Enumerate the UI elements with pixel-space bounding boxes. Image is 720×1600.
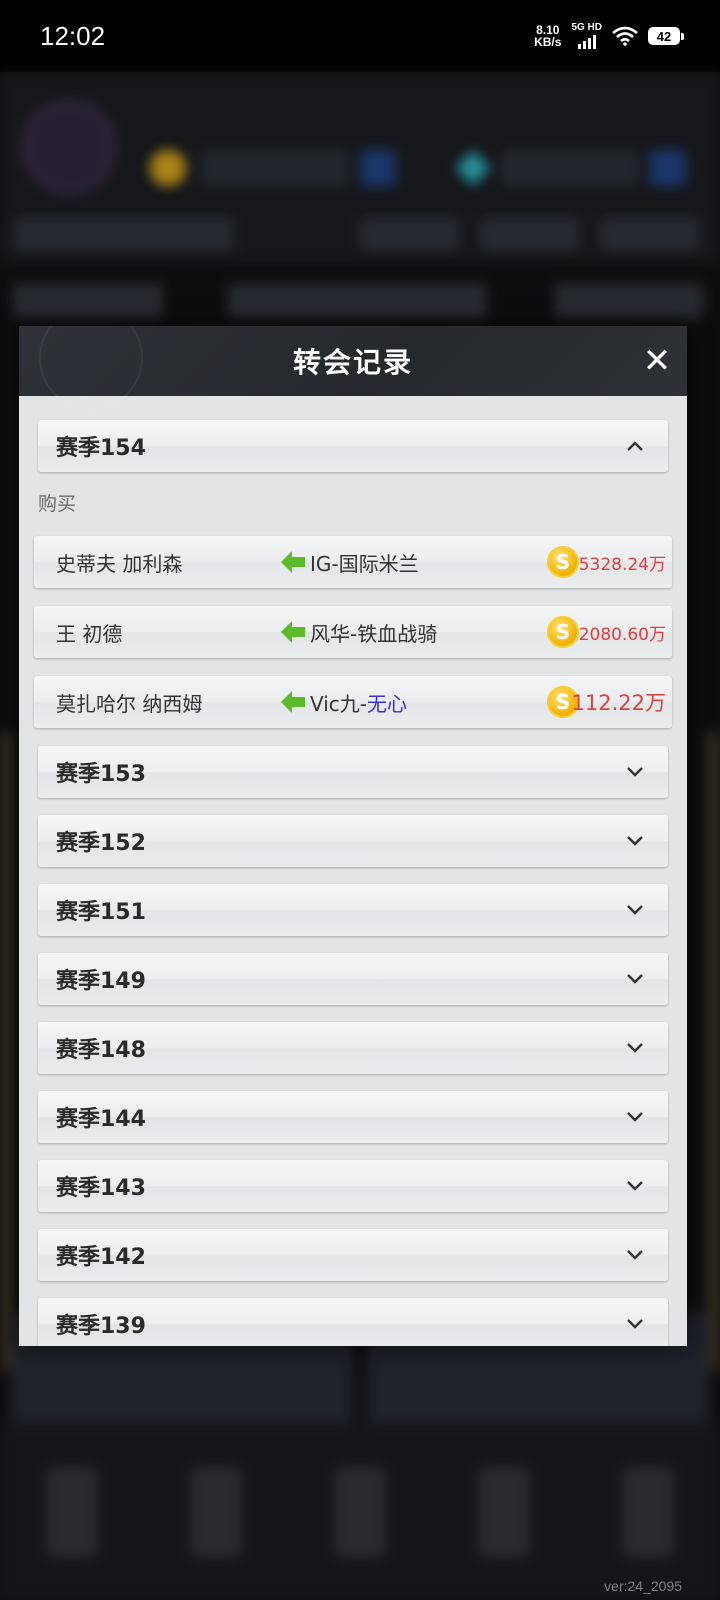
background-bar <box>200 150 350 186</box>
background-filter <box>14 284 162 318</box>
arrow-left-icon <box>281 551 305 573</box>
cellular-icon: 5G HD <box>571 23 602 49</box>
background-chip <box>600 217 700 251</box>
network-speed: 8.10 KB/s <box>534 24 561 48</box>
team-name: Vic九-无心 <box>310 688 407 717</box>
chevron-down-icon <box>627 767 643 777</box>
system-icons: 8.10 KB/s 5G HD 42 <box>534 23 684 49</box>
chevron-down-icon <box>627 1043 643 1053</box>
transfer-list: 史蒂夫 加利森 IG-国际米兰 S 5328.24万王 初德 风华-铁血战骑 S 2080.… <box>34 536 672 728</box>
team-club-name: 国际米兰 <box>338 551 419 576</box>
background-side <box>706 732 720 1372</box>
background-side <box>0 732 14 1372</box>
team-club-name: 铁血战骑 <box>357 621 438 646</box>
chevron-down-icon <box>627 974 643 984</box>
coin-icon: S <box>547 616 579 648</box>
team-name: 风华-铁血战骑 <box>310 618 437 647</box>
background-filter <box>555 284 703 318</box>
network-speed-unit: KB/s <box>534 35 562 49</box>
coin-icon: S <box>547 546 579 578</box>
clock: 12:02 <box>40 20 106 51</box>
chevron-down-icon <box>627 1112 643 1122</box>
season-header-collapsed[interactable]: 赛季144 <box>38 1091 668 1143</box>
chevron-down-icon <box>627 1181 643 1191</box>
modal-title: 转会记录 <box>292 346 413 379</box>
team-name: IG-国际米兰 <box>310 548 419 577</box>
avatar <box>22 100 116 194</box>
transfer-row[interactable]: 王 初德 风华-铁血战骑 S 2080.60万 <box>34 606 672 658</box>
plus-icon <box>360 150 396 186</box>
transfer-row[interactable]: 史蒂夫 加利森 IG-国际米兰 S 5328.24万 <box>34 536 672 588</box>
season-label: 赛季153 <box>56 762 146 787</box>
arrow-left-icon <box>281 621 305 643</box>
section-label-buy: 购买 <box>38 493 77 515</box>
season-label: 赛季143 <box>56 1176 146 1201</box>
transfer-row[interactable]: 莫扎哈尔 纳西姆 Vic九-无心 S 112.22万 <box>34 676 672 728</box>
season-label: 赛季151 <box>56 900 146 925</box>
background-filter <box>228 284 486 318</box>
version-label: ver:24_2095 <box>604 1578 682 1594</box>
coin-icon <box>150 150 186 186</box>
modal-header: 转会记录 ✕ <box>19 326 687 410</box>
season-header-collapsed[interactable]: 赛季151 <box>38 884 668 936</box>
wifi-icon <box>612 26 638 46</box>
season-header-collapsed[interactable]: 赛季153 <box>38 746 668 798</box>
chevron-up-icon <box>627 441 643 451</box>
transfer-price: 112.22万 <box>571 691 666 715</box>
season-header-collapsed[interactable]: 赛季152 <box>38 815 668 867</box>
season-label: 赛季142 <box>56 1245 146 1270</box>
season-header-collapsed[interactable]: 赛季139 <box>38 1298 668 1346</box>
chevron-down-icon <box>627 905 643 915</box>
player-name: 史蒂夫 加利森 <box>56 551 183 576</box>
arrow-left-icon <box>281 691 305 713</box>
season-label: 赛季154 <box>56 436 146 461</box>
transfer-price: 5328.24万 <box>578 554 666 575</box>
season-label: 赛季144 <box>56 1107 146 1132</box>
modal-body[interactable]: 赛季154 购买 史蒂夫 加利森 IG-国际米兰 S 5328.24万王 初德 风华-铁… <box>19 396 687 1346</box>
team-prefix: IG- <box>310 551 339 576</box>
season-label: 赛季149 <box>56 969 146 994</box>
close-icon[interactable]: ✕ <box>637 341 677 381</box>
season-header-collapsed[interactable]: 赛季148 <box>38 1022 668 1074</box>
team-club-name: 无心 <box>367 691 408 716</box>
team-prefix: 风华- <box>310 621 358 646</box>
transfer-price: 2080.60万 <box>578 624 666 645</box>
battery-icon: 42 <box>648 27 684 45</box>
background-chip <box>360 217 460 251</box>
plus-icon <box>650 150 686 186</box>
season-header-collapsed[interactable]: 赛季143 <box>38 1160 668 1212</box>
chevron-down-icon <box>627 836 643 846</box>
chevron-down-icon <box>627 1250 643 1260</box>
background-bar <box>500 150 640 186</box>
season-label: 赛季139 <box>56 1314 146 1339</box>
background-chip <box>480 217 580 251</box>
season-header-collapsed[interactable]: 赛季142 <box>38 1229 668 1281</box>
background-chip <box>14 217 234 251</box>
bottom-nav <box>0 1424 720 1600</box>
network-type: 5G HD <box>571 22 602 33</box>
player-name: 莫扎哈尔 纳西姆 <box>56 691 203 716</box>
status-bar: 12:02 8.10 KB/s 5G HD 42 <box>0 0 720 72</box>
season-list: 赛季153 赛季152 赛季151 赛季149 赛季148 赛季144 赛季143 赛季142… <box>38 746 668 1346</box>
signal-bars-icon <box>577 33 596 49</box>
team-prefix: Vic九- <box>310 691 368 716</box>
season-label: 赛季148 <box>56 1038 146 1063</box>
player-name: 王 初德 <box>56 621 123 646</box>
battery-level: 42 <box>656 28 672 44</box>
transfer-history-modal: 转会记录 ✕ 赛季154 购买 史蒂夫 加利森 IG-国际米兰 S 5328.24万王… <box>19 326 687 1346</box>
season-header-expanded[interactable]: 赛季154 <box>38 420 668 472</box>
season-label: 赛季152 <box>56 831 146 856</box>
season-header-collapsed[interactable]: 赛季149 <box>38 953 668 1005</box>
chevron-down-icon <box>627 1319 643 1329</box>
